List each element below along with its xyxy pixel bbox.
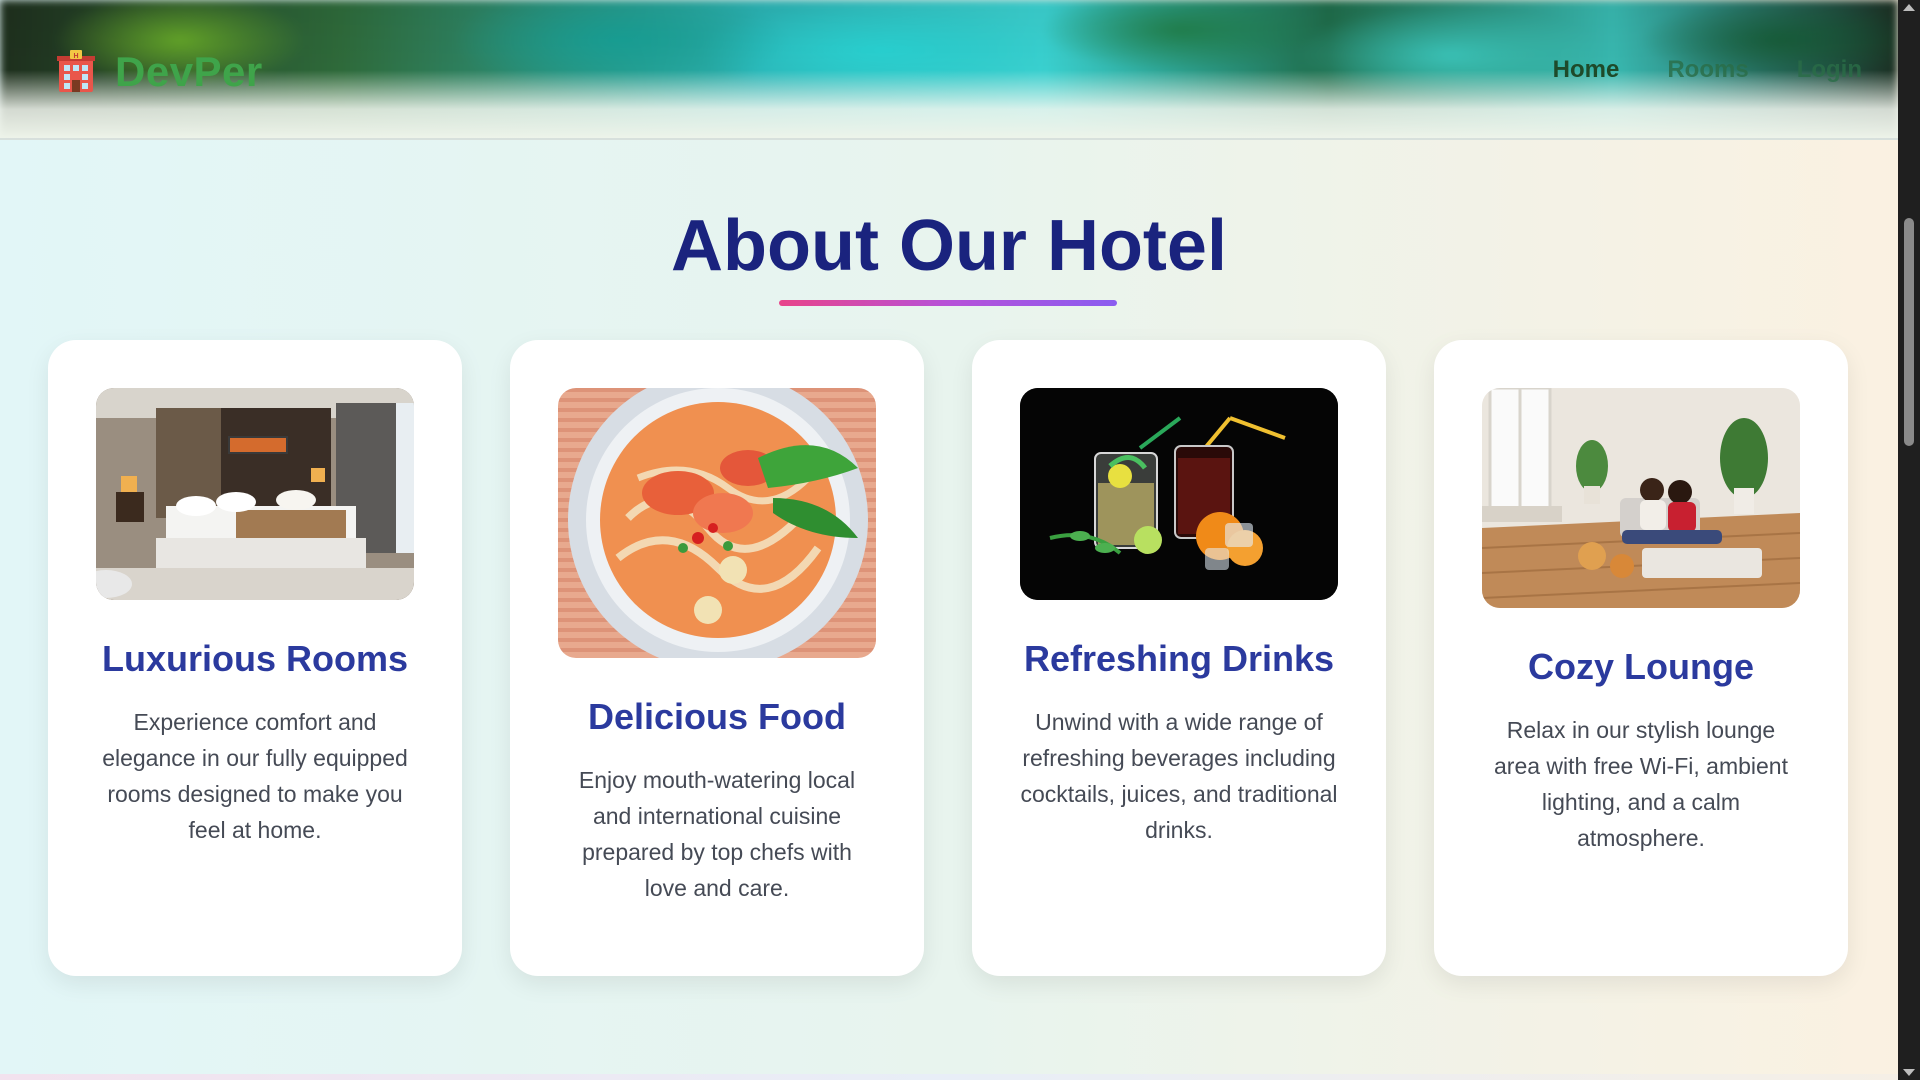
brand-name: DevPer [115, 48, 263, 95]
navbar: H DevPer Home Rooms Login [0, 0, 1898, 140]
card-refreshing-drinks: Refreshing Drinks Unwind with a wide ran… [972, 340, 1386, 976]
brand-logo[interactable]: H DevPer [55, 48, 263, 96]
card-description: Experience comfort and elegance in our f… [102, 709, 408, 843]
scroll-thumb[interactable] [1904, 218, 1914, 446]
card-title: Luxurious Rooms [101, 638, 409, 679]
main-nav: Home Rooms Login [1553, 56, 1898, 84]
svg-text:H: H [73, 53, 78, 60]
nav-login[interactable]: Login [1797, 56, 1862, 84]
noodle-soup-image [558, 388, 876, 658]
scroll-down-icon[interactable] [1903, 1069, 1915, 1076]
card-cozy-lounge: Cozy Lounge Relax in our stylish lounge … [1434, 340, 1848, 976]
card-description: Unwind with a wide range of refreshing b… [1020, 709, 1338, 843]
title-underline [779, 300, 1117, 306]
lounge-couple-image [1482, 388, 1800, 608]
feature-cards: Luxurious Rooms Experience comfort and e… [48, 340, 1848, 976]
next-section-edge [0, 1074, 1898, 1080]
hotel-icon: H [55, 50, 97, 94]
card-description: Relax in our stylish lounge area with fr… [1494, 717, 1788, 851]
card-title: Refreshing Drinks [1023, 638, 1335, 679]
scroll-up-icon[interactable] [1903, 4, 1915, 11]
cocktail-drinks-image [1020, 388, 1338, 600]
navbar-divider [0, 138, 1898, 140]
card-description: Enjoy mouth-watering local and internati… [578, 767, 856, 901]
card-title: Cozy Lounge [1528, 646, 1754, 687]
nav-home[interactable]: Home [1553, 56, 1620, 84]
hotel-bedroom-image [96, 388, 414, 600]
card-delicious-food: Delicious Food Enjoy mouth-watering loca… [510, 340, 924, 976]
nav-rooms[interactable]: Rooms [1667, 56, 1748, 84]
card-title: Delicious Food [587, 696, 846, 737]
section-title: About Our Hotel [671, 206, 1227, 286]
page-scrollbar[interactable] [1898, 0, 1920, 1080]
card-luxurious-rooms: Luxurious Rooms Experience comfort and e… [48, 340, 462, 976]
